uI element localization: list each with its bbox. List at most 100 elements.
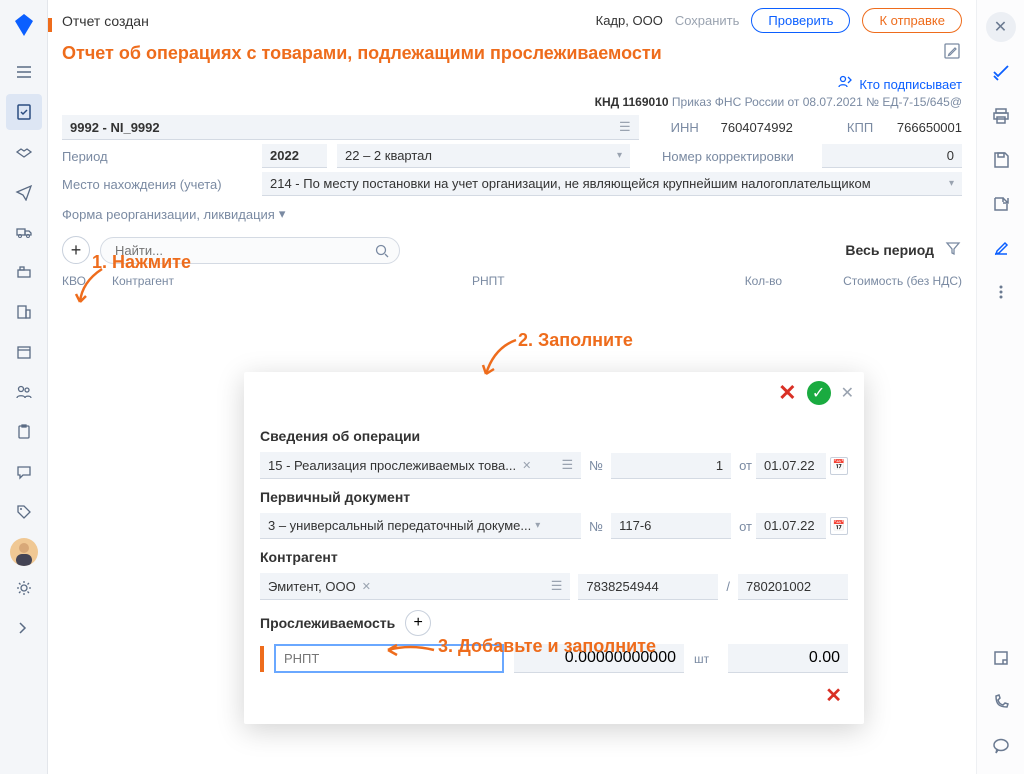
correction-label: Номер корректировки bbox=[662, 149, 812, 164]
double-check-icon[interactable] bbox=[987, 58, 1015, 86]
search-input[interactable] bbox=[100, 237, 400, 264]
section-operation-title: Сведения об операции bbox=[260, 428, 848, 444]
contractor-kpp-field[interactable]: 780201002 bbox=[738, 574, 848, 600]
operation-type-field[interactable]: 15 - Реализация прослеживаемых това...✕ … bbox=[260, 452, 581, 479]
code-field[interactable]: 9992 - NI_9992 ☰ bbox=[62, 115, 639, 140]
op-date-field[interactable]: 01.07.22 bbox=[756, 453, 826, 479]
document-type-field[interactable]: 3 – универсальный передаточный докуме...… bbox=[260, 513, 581, 539]
rnpt-input[interactable] bbox=[274, 644, 504, 673]
menu-icon[interactable]: ☰ bbox=[551, 578, 563, 594]
reorganization-toggle[interactable]: Форма реорганизации, ликвидация ▾ bbox=[48, 198, 976, 230]
cost-field[interactable]: 0.00 bbox=[728, 644, 848, 673]
search-icon[interactable] bbox=[374, 243, 390, 264]
quantity-field[interactable]: 0.00000000000 bbox=[514, 644, 684, 673]
col-rnpt: РНПТ bbox=[472, 274, 662, 288]
col-qty: Кол-во bbox=[662, 274, 782, 288]
chevron-down-icon: ▾ bbox=[617, 150, 622, 161]
kpp-value: 766650001 bbox=[897, 120, 962, 135]
section-traceability-title: Прослеживаемость bbox=[260, 615, 395, 631]
chat-bubble-icon[interactable] bbox=[987, 732, 1015, 760]
unit-label: шт bbox=[694, 652, 718, 666]
popup-header: ✕ ✓ ✕ bbox=[244, 372, 864, 414]
close-popup-icon[interactable]: ✕ bbox=[841, 383, 854, 403]
gear-icon[interactable] bbox=[6, 570, 42, 606]
col-contractor: Контрагент bbox=[112, 274, 472, 288]
menu-icon[interactable]: ☰ bbox=[619, 119, 631, 135]
section-document-title: Первичный документ bbox=[260, 489, 848, 505]
phone-icon[interactable] bbox=[987, 688, 1015, 716]
chevron-down-icon: ▾ bbox=[279, 206, 286, 222]
row-marker bbox=[48, 18, 52, 32]
regulation-info: КНД 1169010 Приказ ФНС России от 08.07.2… bbox=[48, 95, 976, 113]
col-kvo: КВО bbox=[62, 274, 112, 288]
handshake-icon[interactable] bbox=[6, 134, 42, 170]
doc-date-field[interactable]: 01.07.22 bbox=[756, 513, 826, 539]
correction-field[interactable]: 0 bbox=[822, 144, 962, 168]
clipboard-icon[interactable] bbox=[6, 414, 42, 450]
send-icon[interactable] bbox=[6, 174, 42, 210]
add-traceability-button[interactable]: + bbox=[405, 610, 431, 636]
inn-value: 7604074992 bbox=[721, 120, 793, 135]
row-marker bbox=[260, 646, 264, 672]
calendar-icon[interactable] bbox=[6, 334, 42, 370]
chevron-down-icon: ▾ bbox=[535, 520, 540, 531]
location-field[interactable]: 214 - По месту постановки на учет органи… bbox=[262, 172, 962, 196]
signer-icon bbox=[837, 74, 853, 95]
people-icon[interactable] bbox=[6, 374, 42, 410]
cash-register-icon[interactable] bbox=[6, 254, 42, 290]
chat-icon[interactable] bbox=[6, 454, 42, 490]
doc-number-field[interactable]: 117-6 bbox=[611, 513, 731, 539]
save-link[interactable]: Сохранить bbox=[675, 13, 740, 28]
highlight-icon[interactable] bbox=[987, 234, 1015, 262]
note-icon[interactable] bbox=[987, 644, 1015, 672]
close-panel-icon[interactable]: ✕ bbox=[986, 12, 1016, 42]
title-row: Отчет об операциях с товарами, подлежащи… bbox=[48, 37, 976, 72]
confirm-green-icon[interactable]: ✓ bbox=[807, 381, 831, 405]
report-icon[interactable] bbox=[6, 94, 42, 130]
hamburger-icon[interactable] bbox=[6, 54, 42, 90]
clear-icon[interactable]: ✕ bbox=[522, 459, 531, 472]
location-label: Место нахождения (учета) bbox=[62, 177, 252, 192]
menu-icon[interactable]: ☰ bbox=[561, 457, 573, 473]
contractor-inn-field[interactable]: 7838254944 bbox=[578, 574, 718, 600]
app-logo[interactable] bbox=[9, 10, 39, 40]
signer-link[interactable]: Кто подписывает bbox=[859, 77, 962, 92]
kpp-label: КПП bbox=[847, 120, 887, 135]
main-content: Отчет создан Кадр, ООО Сохранить Провери… bbox=[48, 0, 976, 774]
year-field[interactable]: 2022 bbox=[262, 144, 327, 168]
cancel-red-icon[interactable]: ✕ bbox=[778, 380, 796, 406]
filter-icon[interactable] bbox=[944, 239, 962, 262]
edit-title-icon[interactable] bbox=[942, 41, 962, 66]
left-navigation-rail bbox=[0, 0, 48, 774]
clear-icon[interactable]: ✕ bbox=[362, 580, 371, 593]
calendar-icon[interactable]: 📅 bbox=[830, 457, 848, 475]
annotation-2: 2. Заполните bbox=[518, 330, 633, 351]
op-number-field[interactable]: 1 bbox=[611, 453, 731, 479]
print-icon[interactable] bbox=[987, 102, 1015, 130]
tag-icon[interactable] bbox=[6, 494, 42, 530]
page-title: Отчет об операциях с товарами, подлежащи… bbox=[62, 43, 942, 64]
user-avatar[interactable] bbox=[10, 538, 38, 566]
col-cost: Стоимость (без НДС) bbox=[782, 274, 962, 288]
chevron-icon[interactable] bbox=[6, 610, 42, 646]
report-status: Отчет создан bbox=[62, 13, 149, 29]
table-header: КВО Контрагент РНПТ Кол-во Стоимость (бе… bbox=[48, 270, 976, 292]
send-button[interactable]: К отправке bbox=[862, 8, 962, 33]
contractor-field[interactable]: Эмитент, ООО✕ ☰ bbox=[260, 573, 570, 600]
truck-icon[interactable] bbox=[6, 214, 42, 250]
verify-button[interactable]: Проверить bbox=[751, 8, 850, 33]
add-operation-button[interactable]: + bbox=[62, 236, 90, 264]
delete-row-icon[interactable]: ✕ bbox=[825, 685, 842, 707]
inn-label: ИНН bbox=[671, 120, 711, 135]
organization-name[interactable]: Кадр, ООО bbox=[596, 13, 663, 28]
topbar: Отчет создан Кадр, ООО Сохранить Провери… bbox=[48, 0, 976, 37]
calendar-icon[interactable]: 📅 bbox=[830, 517, 848, 535]
section-contractor-title: Контрагент bbox=[260, 549, 848, 565]
quarter-field[interactable]: 22 – 2 квартал▾ bbox=[337, 144, 630, 168]
export-icon[interactable] bbox=[987, 190, 1015, 218]
save-disk-icon[interactable] bbox=[987, 146, 1015, 174]
period-label: Период bbox=[62, 149, 252, 164]
period-filter-link[interactable]: Весь период bbox=[845, 242, 934, 258]
more-icon[interactable] bbox=[987, 278, 1015, 306]
building-icon[interactable] bbox=[6, 294, 42, 330]
